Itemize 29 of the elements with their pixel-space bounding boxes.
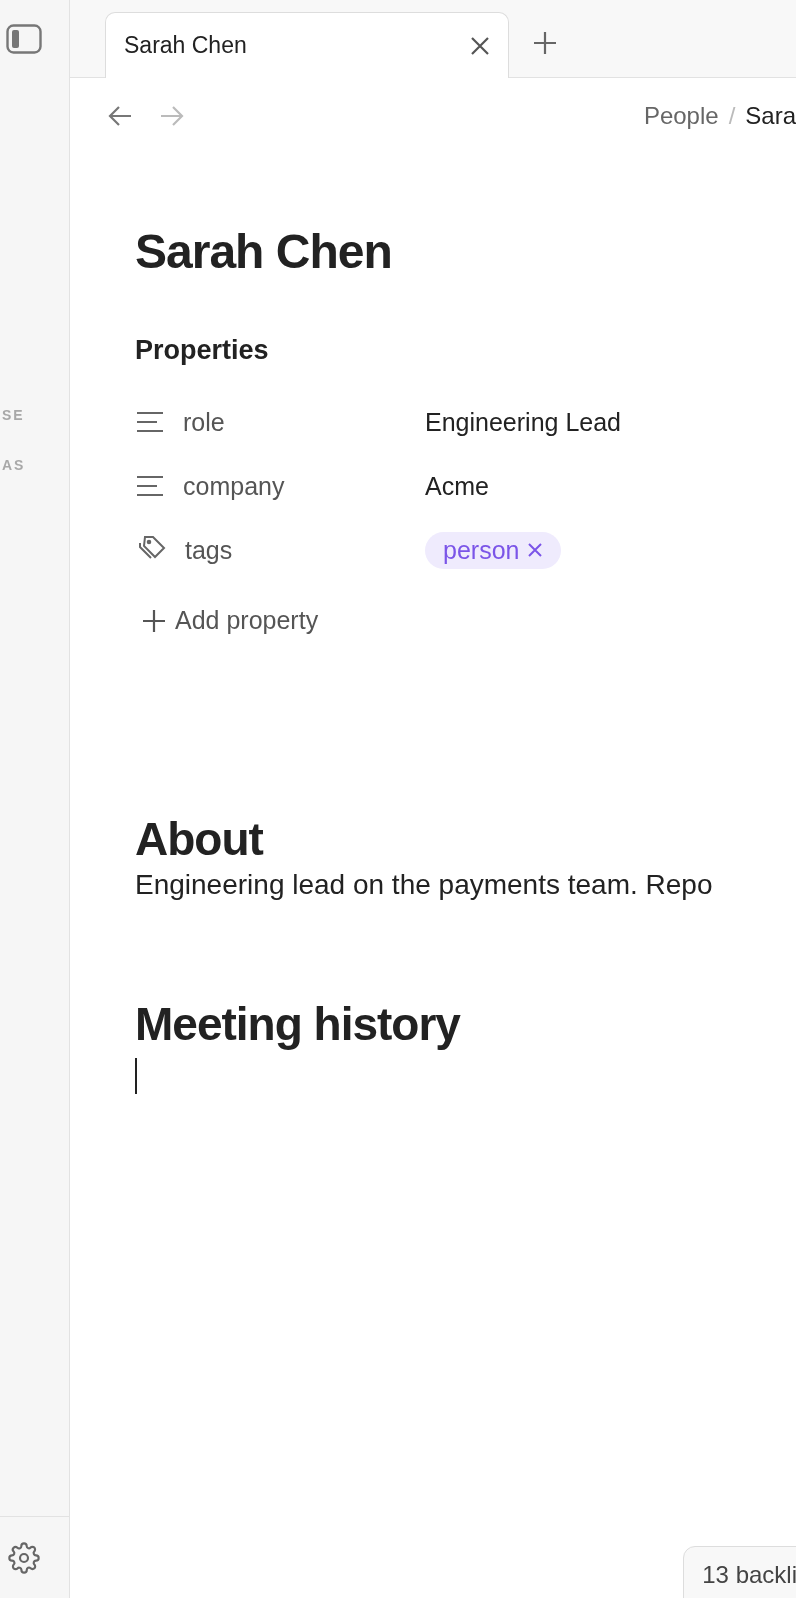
sidebar-toggle-icon[interactable] [6,24,42,54]
text-lines-icon [135,474,165,498]
backlinks-button[interactable]: 13 backli [683,1546,796,1598]
breadcrumb-item[interactable]: People [643,102,719,130]
new-tab-icon[interactable] [533,31,557,55]
back-arrow-icon[interactable] [108,105,132,127]
breadcrumb-item[interactable]: Sara [745,102,796,130]
tab[interactable]: Sarah Chen [105,12,509,78]
property-value[interactable]: Acme [425,471,489,501]
breadcrumb-separator: / [728,102,736,130]
add-property-button[interactable]: Add property [143,606,319,635]
close-icon[interactable] [470,35,490,56]
page-title: Sarah Chen [135,224,393,279]
text-lines-icon [135,410,165,434]
remove-icon[interactable] [527,542,544,558]
plus-icon [143,609,165,632]
section-heading: Meeting history [135,998,462,1050]
property-name: role [183,407,225,437]
section-heading: About [135,813,265,865]
tag-chip[interactable]: person [425,531,562,569]
paragraph: Engineering lead on the payments team. Repo [135,868,714,902]
property-value[interactable]: Engineering Lead [425,407,621,437]
section-label: AS [2,456,26,474]
property-name: company [183,471,285,501]
property-name: tags [185,535,233,565]
settings-icon[interactable] [8,1541,40,1574]
section-label: SE [2,406,25,424]
text-cursor [135,1058,137,1094]
properties-heading: Properties [135,335,270,366]
